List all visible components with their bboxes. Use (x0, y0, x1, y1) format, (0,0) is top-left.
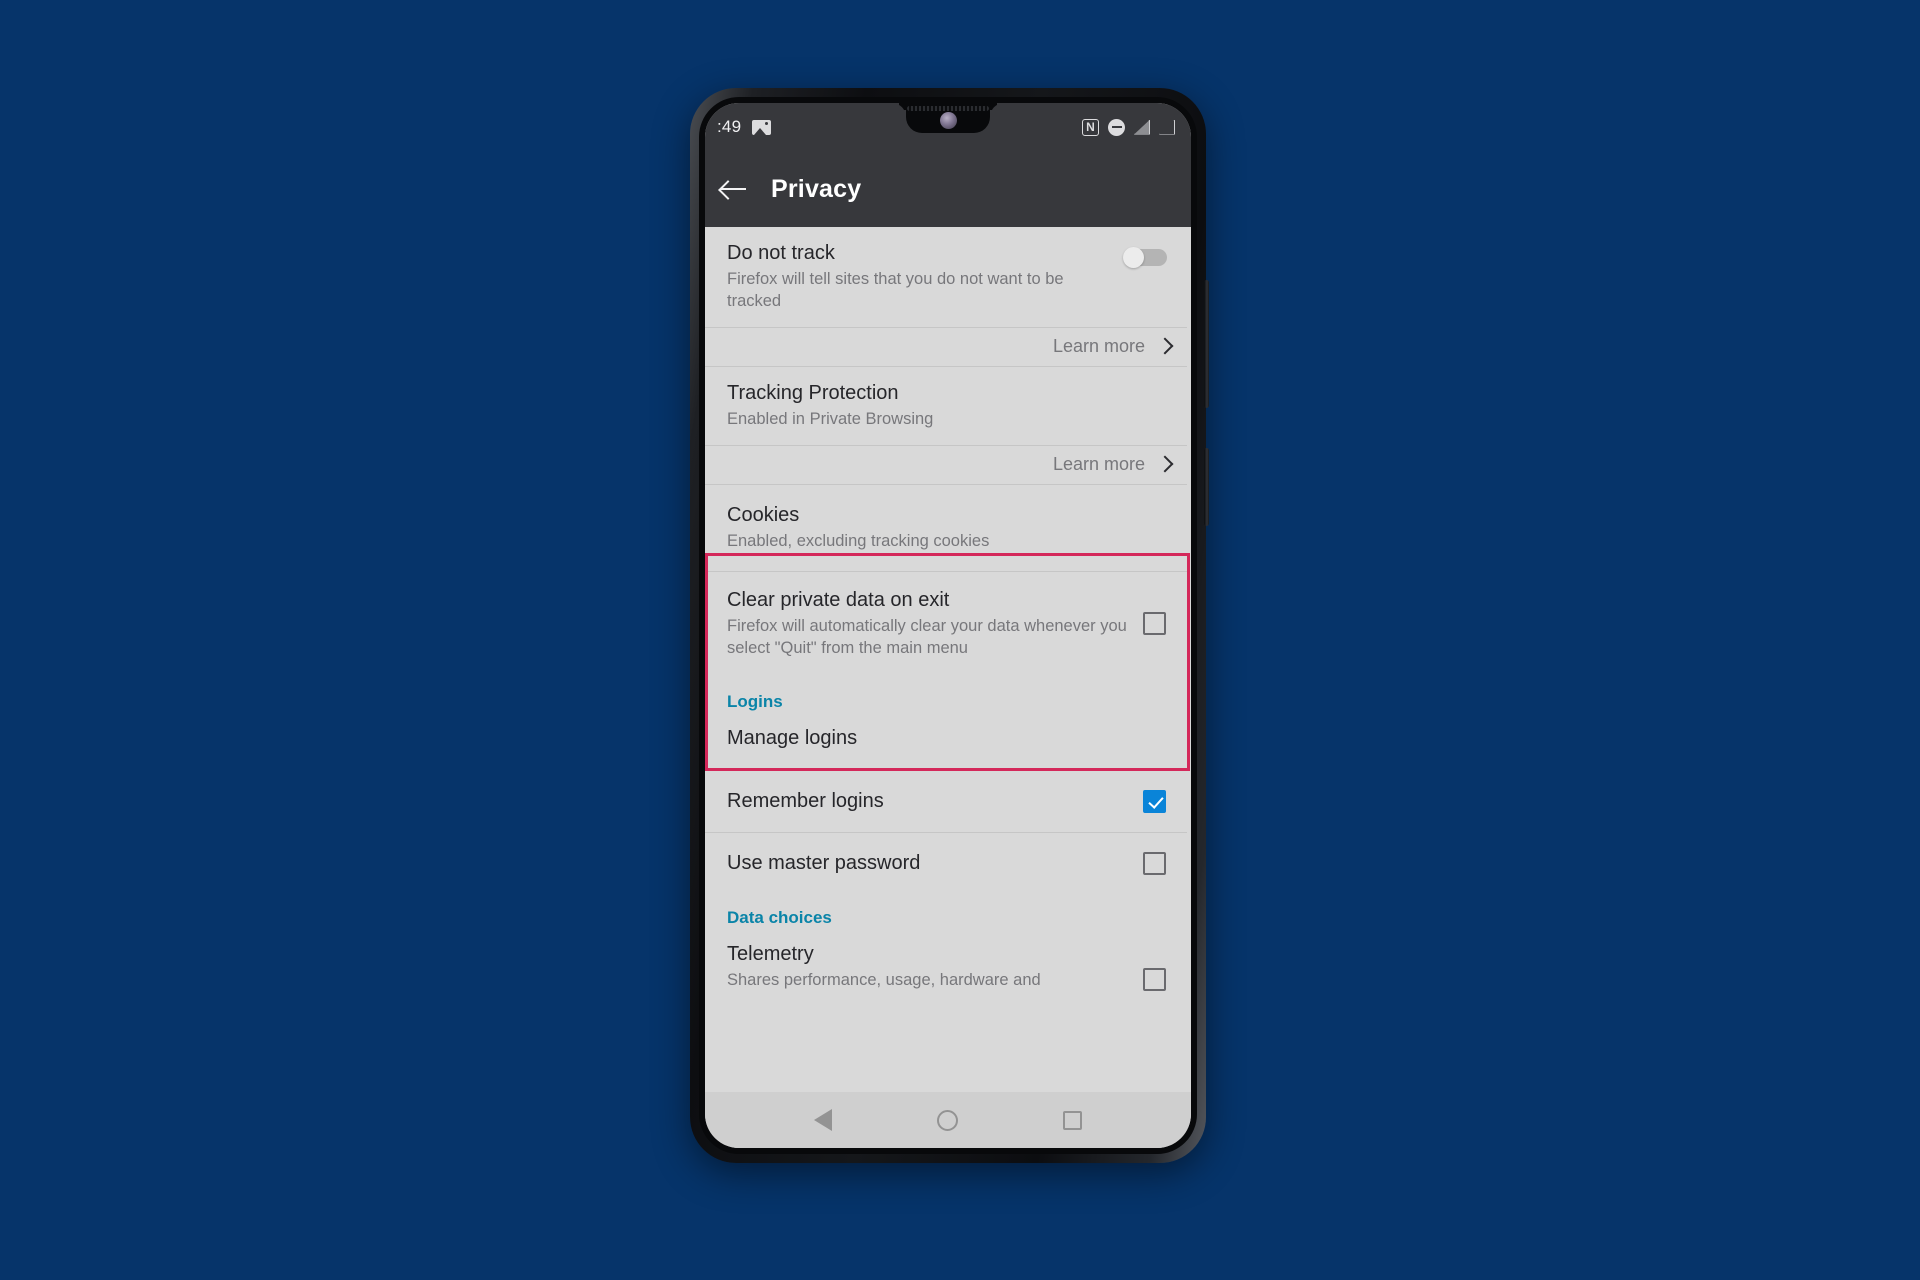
back-arrow-icon[interactable] (719, 174, 749, 204)
chevron-right-icon (1156, 337, 1174, 355)
setting-title: Use master password (727, 851, 921, 874)
setting-title: Do not track (727, 242, 835, 264)
learn-more-row-tracking-protection[interactable]: Learn more (705, 445, 1191, 484)
row-text: Telemetry Shares performance, usage, har… (727, 942, 1129, 992)
nav-recents-icon[interactable] (1063, 1110, 1083, 1130)
setting-title: Manage logins (727, 726, 858, 749)
settings-list[interactable]: Do not track Firefox will tell sites tha… (705, 227, 1191, 1092)
nfc-icon: N (1082, 118, 1099, 136)
volume-rocker-button[interactable] (1204, 280, 1209, 408)
row-text: Use master password (727, 851, 1129, 876)
status-bar-left: :49 (717, 117, 772, 137)
learn-more-label: Learn more (1052, 335, 1145, 356)
setting-title: Remember logins (727, 789, 884, 812)
signal-icon (1134, 120, 1150, 135)
learn-more-label: Learn more (1052, 453, 1145, 474)
row-text: Do not track Firefox will tell sites tha… (727, 241, 1109, 313)
setting-row-cookies[interactable]: Cookies Enabled, excluding tracking cook… (705, 484, 1191, 571)
setting-row-tracking-protection[interactable]: Tracking Protection Enabled in Private B… (705, 366, 1191, 445)
setting-title: Telemetry (727, 942, 814, 965)
power-button[interactable] (1204, 448, 1209, 526)
nav-home-icon[interactable] (936, 1109, 958, 1131)
phone-device: :49 N Privacy Do not track Firefox will … (690, 88, 1209, 1163)
status-time: :49 (717, 117, 742, 136)
do-not-track-toggle[interactable] (1123, 247, 1167, 268)
row-text: Tracking Protection Enabled in Private B… (727, 381, 1169, 431)
row-text: Clear private data on exit Firefox will … (727, 588, 1129, 660)
row-text: Cookies Enabled, excluding tracking cook… (727, 503, 1169, 553)
use-master-password-checkbox[interactable] (1143, 851, 1166, 875)
clear-private-data-checkbox[interactable] (1143, 612, 1166, 636)
chevron-right-icon (1156, 455, 1174, 473)
nav-back-icon[interactable] (813, 1109, 832, 1131)
section-header-data-choices: Data choices (705, 893, 1191, 934)
front-camera-icon (939, 111, 957, 129)
setting-row-telemetry[interactable]: Telemetry Shares performance, usage, har… (705, 933, 1191, 1006)
page-title: Privacy (771, 174, 862, 203)
status-bar-right: N (1082, 118, 1175, 136)
android-nav-bar (705, 1092, 1191, 1148)
setting-row-remember-logins[interactable]: Remember logins (705, 770, 1191, 832)
setting-subtitle: Shares performance, usage, hardware and (727, 970, 1041, 989)
setting-subtitle: Firefox will tell sites that you do not … (727, 270, 1064, 310)
app-bar: Privacy (705, 151, 1191, 227)
battery-icon (1159, 120, 1175, 135)
setting-title: Cookies (727, 503, 800, 526)
row-text: Manage logins (727, 726, 1169, 751)
section-header-logins: Logins (705, 677, 1191, 718)
setting-subtitle: Firefox will automatically clear your da… (727, 616, 1127, 657)
setting-subtitle: Enabled, excluding tracking cookies (727, 531, 990, 550)
photo-icon (752, 119, 772, 135)
do-not-disturb-icon (1108, 118, 1125, 136)
setting-subtitle: Enabled in Private Browsing (727, 409, 934, 428)
earpiece-grille-icon (907, 106, 989, 111)
phone-screen: :49 N Privacy Do not track Firefox will … (705, 103, 1191, 1148)
setting-title: Clear private data on exit (727, 588, 950, 611)
setting-row-manage-logins[interactable]: Manage logins (705, 717, 1191, 770)
learn-more-row-do-not-track[interactable]: Learn more (705, 327, 1191, 366)
toggle-knob (1123, 247, 1144, 268)
setting-row-use-master-password[interactable]: Use master password (705, 832, 1191, 894)
setting-row-clear-private-data[interactable]: Clear private data on exit Firefox will … (705, 571, 1191, 678)
telemetry-checkbox[interactable] (1143, 967, 1166, 991)
setting-title: Tracking Protection (727, 381, 899, 404)
remember-logins-checkbox[interactable] (1143, 789, 1166, 813)
row-text: Remember logins (727, 789, 1129, 814)
setting-row-do-not-track[interactable]: Do not track Firefox will tell sites tha… (705, 227, 1191, 327)
